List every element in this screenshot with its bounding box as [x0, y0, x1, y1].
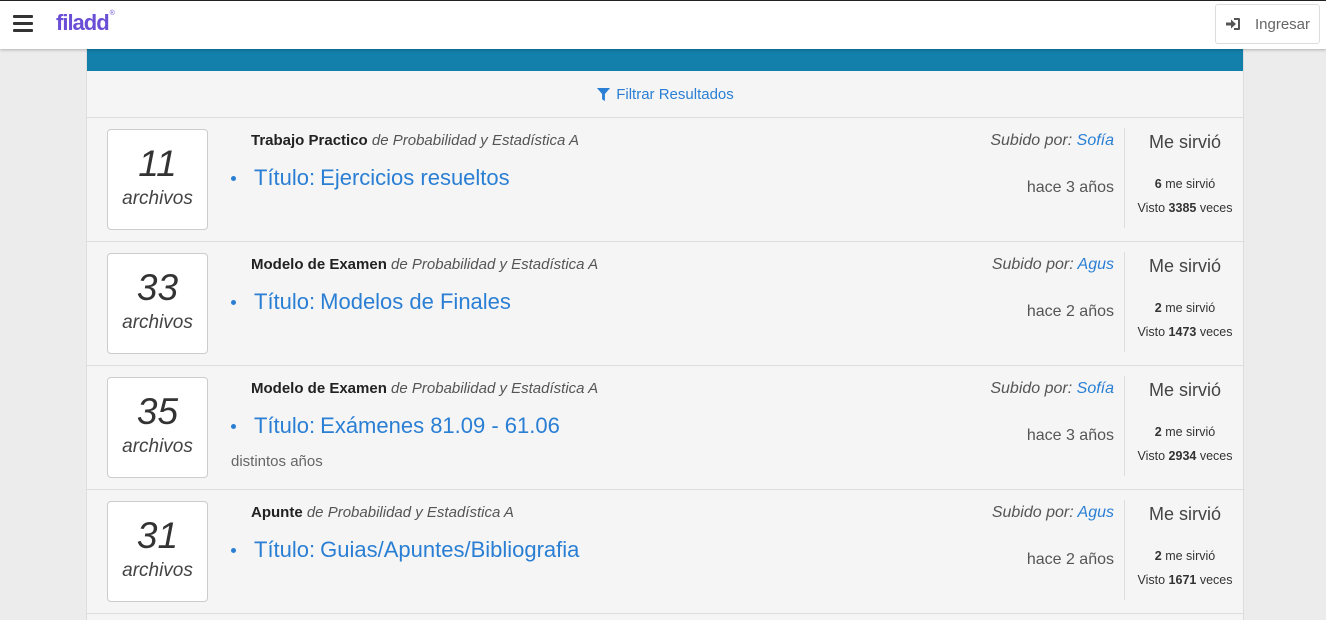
- item-type-line: Apunte de Probabilidad y Estadística A: [251, 504, 514, 521]
- helpful-column: Me sirvió 2 me sirvió Visto 2934 veces: [1125, 366, 1245, 490]
- item-type-line: Trabajo Practico de Probabilidad y Estad…: [251, 132, 579, 149]
- uploader-line: Subido por: Agus: [992, 256, 1114, 274]
- filter-row: Filtrar Resultados: [87, 71, 1243, 118]
- results-panel: Filtrar Resultados 11 archivos Trabajo P…: [86, 49, 1244, 620]
- file-count-label: archivos: [122, 560, 193, 581]
- helpful-column: Me sirvió 2 me sirvió Visto 1473 veces: [1125, 242, 1245, 366]
- file-count-box[interactable]: 31 archivos: [107, 501, 208, 602]
- list-item: 35 archivos Modelo de Examen de Probabil…: [87, 366, 1243, 490]
- item-title-line: Título: Modelos de Finales: [231, 289, 511, 315]
- bullet-icon: [231, 299, 236, 305]
- list-item: 31 archivos Apunte de Probabilidad y Est…: [87, 490, 1243, 614]
- helpful-count: 2 me sirvió: [1154, 549, 1216, 563]
- item-title-line: Título: Ejercicios resueltos: [231, 165, 510, 191]
- item-title-line: Título: Guias/Apuntes/Bibliografia: [231, 537, 579, 563]
- item-title-link[interactable]: Ejercicios resueltos: [320, 165, 510, 191]
- view-count: Visto 2934 veces: [1137, 449, 1233, 463]
- upload-age: hace 2 años: [1026, 303, 1114, 320]
- list-item: 11 archivos Trabajo Practico de Probabil…: [87, 118, 1243, 242]
- list-item: 33 archivos Modelo de Examen de Probabil…: [87, 242, 1243, 366]
- item-subject: de Probabilidad y Estadística A: [371, 132, 579, 149]
- bullet-icon: [231, 175, 236, 181]
- uploaded-by-label: Subido por:: [990, 132, 1073, 149]
- item-title-link[interactable]: Guias/Apuntes/Bibliografia: [320, 537, 579, 563]
- uploader-link[interactable]: Sofía: [1077, 380, 1114, 397]
- view-count: Visto 1671 veces: [1137, 573, 1233, 587]
- helpful-button[interactable]: Me sirvió: [1125, 380, 1245, 401]
- helpful-button[interactable]: Me sirvió: [1125, 132, 1245, 153]
- login-button[interactable]: Ingresar: [1215, 4, 1320, 44]
- results-list: 11 archivos Trabajo Practico de Probabil…: [87, 118, 1243, 614]
- sign-in-icon: [1225, 18, 1240, 30]
- file-count: 11: [138, 143, 177, 184]
- upload-age: hace 3 años: [1026, 179, 1114, 196]
- item-type-line: Modelo de Examen de Probabilidad y Estad…: [251, 380, 598, 397]
- uploader-line: Subido por: Sofía: [990, 380, 1114, 398]
- item-type: Trabajo Practico: [251, 132, 368, 149]
- upload-age: hace 3 años: [1026, 427, 1114, 444]
- uploader-link[interactable]: Agus: [1078, 504, 1114, 521]
- uploader-line: Subido por: Agus: [992, 504, 1114, 522]
- file-count: 33: [136, 267, 179, 308]
- helpful-column: Me sirvió 6 me sirvió Visto 3385 veces: [1125, 118, 1245, 242]
- file-count: 31: [136, 515, 179, 556]
- uploader-line: Subido por: Sofía: [990, 132, 1114, 150]
- upload-age: hace 2 años: [1026, 551, 1114, 568]
- helpful-count: 2 me sirvió: [1154, 301, 1216, 315]
- uploaded-by-label: Subido por:: [991, 504, 1074, 521]
- filter-results-link[interactable]: Filtrar Resultados: [596, 86, 734, 103]
- item-title-line: Título: Exámenes 81.09 - 61.06: [231, 413, 560, 439]
- logo[interactable]: filadd®: [56, 10, 115, 36]
- title-prefix: Título:: [254, 413, 316, 438]
- filter-label: Filtrar Resultados: [616, 85, 734, 103]
- file-count-label: archivos: [122, 436, 193, 457]
- file-count-label: archivos: [122, 312, 193, 333]
- item-subject: de Probabilidad y Estadística A: [306, 504, 514, 521]
- item-title-link[interactable]: Modelos de Finales: [320, 289, 511, 315]
- item-type-line: Modelo de Examen de Probabilidad y Estad…: [251, 256, 598, 273]
- title-prefix: Título:: [254, 165, 316, 190]
- view-count: Visto 1473 veces: [1137, 325, 1233, 339]
- item-subject: de Probabilidad y Estadística A: [391, 256, 599, 273]
- item-type: Modelo de Examen: [251, 256, 387, 273]
- item-description: distintos años: [231, 453, 323, 470]
- helpful-count: 2 me sirvió: [1154, 425, 1216, 439]
- header-strip: [87, 49, 1243, 71]
- item-type: Apunte: [251, 504, 303, 521]
- file-count: 35: [136, 391, 179, 432]
- bullet-icon: [231, 423, 236, 429]
- file-count-box[interactable]: 11 archivos: [107, 129, 208, 230]
- helpful-button[interactable]: Me sirvió: [1125, 256, 1245, 277]
- title-prefix: Título:: [254, 289, 316, 314]
- hamburger-icon[interactable]: [13, 15, 33, 32]
- login-label: Ingresar: [1254, 15, 1311, 33]
- helpful-count: 6 me sirvió: [1154, 177, 1216, 191]
- helpful-column: Me sirvió 2 me sirvió Visto 1671 veces: [1125, 490, 1245, 614]
- uploader-link[interactable]: Agus: [1078, 256, 1114, 273]
- uploader-link[interactable]: Sofía: [1077, 132, 1114, 149]
- uploaded-by-label: Subido por:: [990, 380, 1073, 397]
- bullet-icon: [231, 547, 236, 553]
- file-count-box[interactable]: 35 archivos: [107, 377, 208, 478]
- file-count-label: archivos: [122, 188, 193, 209]
- item-subject: de Probabilidad y Estadística A: [391, 380, 599, 397]
- file-count-box[interactable]: 33 archivos: [107, 253, 208, 354]
- title-prefix: Título:: [254, 537, 316, 562]
- item-type: Modelo de Examen: [251, 380, 387, 397]
- helpful-button[interactable]: Me sirvió: [1125, 504, 1245, 525]
- top-navbar: filadd® Ingresar: [0, 0, 1326, 49]
- view-count: Visto 3385 veces: [1137, 201, 1233, 215]
- funnel-icon: [597, 87, 611, 101]
- uploaded-by-label: Subido por:: [991, 256, 1074, 273]
- item-title-link[interactable]: Exámenes 81.09 - 61.06: [320, 413, 560, 439]
